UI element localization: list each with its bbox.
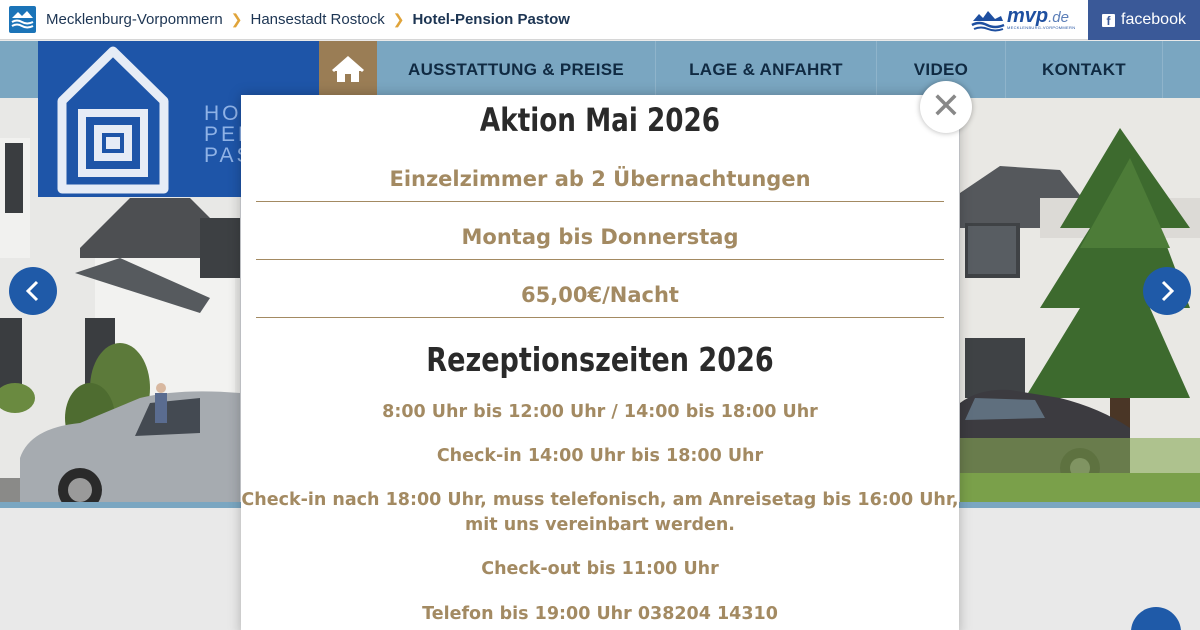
late-checkin-line-2: mit uns vereinbart werden. (465, 515, 735, 535)
checkout-line: Check-out bis 11:00 Uhr (481, 559, 719, 579)
breadcrumb-item-hansestadt-rostock[interactable]: Hansestadt Rostock (250, 11, 384, 28)
nav-item-ausstattung-preise[interactable]: AUSSTATTUNG & PREISE (377, 41, 656, 98)
offer-line-price: 65,00€/Nacht (256, 283, 944, 318)
chevron-left-icon (25, 280, 39, 302)
offer-line-room: Einzelzimmer ab 2 Übernachtungen (256, 167, 944, 202)
mvp-logo-text: mvp (1007, 5, 1049, 27)
reception-hours-line: 8:00 Uhr bis 12:00 Uhr / 14:00 bis 18:00… (382, 402, 818, 422)
reception-hours-title: Rezeptionszeiten 2026 (426, 340, 774, 379)
facebook-button[interactable]: f facebook (1088, 0, 1200, 40)
nav-item-lage-anfahrt[interactable]: LAGE & ANFAHRT (656, 41, 877, 98)
mvp-logo-subtitle: MECKLENBURG-VORPOMMERN (1007, 25, 1076, 30)
breadcrumb: Mecklenburg-Vorpommern ❯ Hansestadt Rost… (46, 11, 570, 28)
offer-line-days: Montag bis Donnerstag (256, 225, 944, 260)
slider-prev-button[interactable] (9, 267, 57, 315)
home-icon (332, 55, 364, 82)
facebook-label: facebook (1121, 11, 1186, 28)
mecklenburg-vorpommern-logo-icon[interactable] (9, 6, 36, 33)
slider-next-button[interactable] (1143, 267, 1191, 315)
chevron-right-icon (1161, 280, 1175, 302)
phone-hours-line: Telefon bis 19:00 Uhr 038204 14310 (422, 604, 778, 624)
mvp-logo[interactable]: mvp.de MECKLENBURG-VORPOMMERN (971, 5, 1076, 33)
chevron-right-icon: ❯ (230, 11, 243, 27)
mvp-wave-icon (971, 11, 1005, 32)
close-modal-button[interactable]: ✕ (920, 81, 972, 133)
chevron-right-icon: ❯ (392, 11, 405, 27)
scroll-to-top-button[interactable] (1131, 607, 1181, 630)
house-logo-icon (57, 46, 169, 194)
top-bar: Mecklenburg-Vorpommern ❯ Hansestadt Rost… (0, 0, 1200, 40)
facebook-icon: f (1102, 13, 1116, 28)
close-icon: ✕ (930, 86, 962, 127)
home-button[interactable] (319, 41, 377, 98)
promo-modal: Aktion Mai 2026 Einzelzimmer ab 2 Überna… (241, 95, 959, 630)
breadcrumb-item-mecklenburg-vorpommern[interactable]: Mecklenburg-Vorpommern (46, 11, 223, 28)
mvp-logo-tld: .de (1048, 9, 1069, 26)
nav-item-kontakt[interactable]: KONTAKT (1006, 41, 1163, 98)
checkin-hours-line: Check-in 14:00 Uhr bis 18:00 Uhr (436, 446, 764, 466)
modal-title: Aktion Mai 2026 (479, 101, 721, 139)
breadcrumb-item-hotel-pension-pastow: Hotel-Pension Pastow (412, 11, 570, 28)
late-checkin-line: Check-in nach 18:00 Uhr, muss telefonisc… (241, 490, 959, 510)
